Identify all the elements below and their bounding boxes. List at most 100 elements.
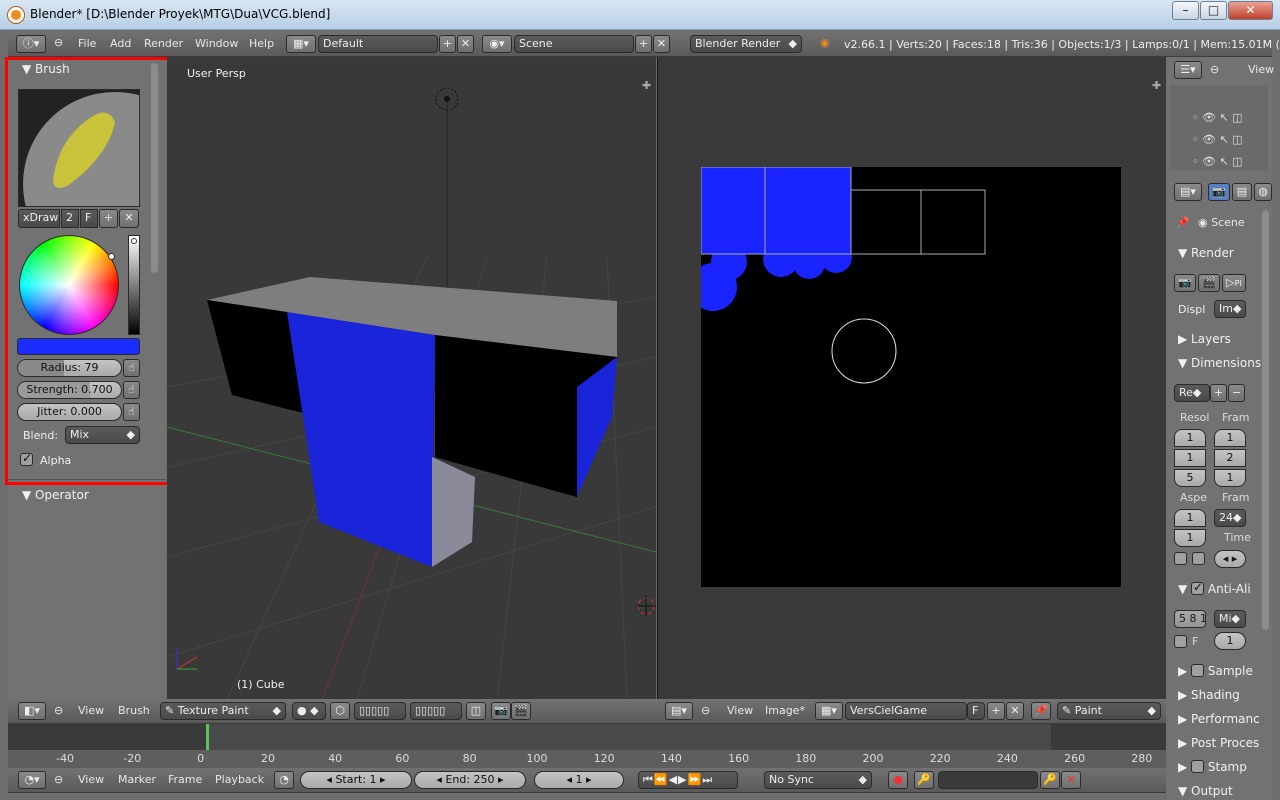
- lock-layers-icon[interactable]: ◫: [466, 702, 486, 720]
- image-menu-view[interactable]: View: [727, 704, 753, 717]
- render-animation-icon[interactable]: 🎬: [1198, 274, 1220, 292]
- aspect-y-field[interactable]: 1: [1174, 529, 1206, 547]
- scene-field[interactable]: Scene: [514, 35, 634, 53]
- timeline-menu-frame[interactable]: Frame: [168, 773, 202, 786]
- frame-start-field[interactable]: 1: [1214, 429, 1246, 447]
- scene-icon[interactable]: ◉▾: [482, 35, 512, 53]
- editor-type-image-icon[interactable]: ▤▾: [665, 702, 693, 720]
- shading-panel-header[interactable]: ▶ Shading: [1178, 688, 1240, 702]
- crop-checkbox[interactable]: [1192, 552, 1205, 565]
- layers-panel-header[interactable]: ▶ Layers: [1178, 332, 1231, 346]
- frame-step-field[interactable]: 1: [1214, 469, 1246, 487]
- display-select[interactable]: Im◆: [1214, 300, 1246, 318]
- properties-editor-icon[interactable]: ▤▾: [1174, 183, 1202, 201]
- timeline-menu-marker[interactable]: Marker: [118, 773, 156, 786]
- dimensions-panel-header[interactable]: ▼ Dimensions: [1178, 356, 1261, 370]
- viewport-split-icon[interactable]: ✚: [642, 79, 651, 92]
- opengl-render-icon[interactable]: 📷: [491, 702, 511, 720]
- record-icon[interactable]: ●: [888, 771, 908, 789]
- menu-file[interactable]: File: [78, 37, 96, 50]
- render-engine-select[interactable]: Blender Render ◆: [690, 35, 802, 53]
- current-frame-field[interactable]: ◂ 1 ▸: [534, 771, 624, 789]
- unlink-image-icon[interactable]: ✕: [1006, 702, 1024, 720]
- end-frame-field[interactable]: ◂ End: 250 ▸: [414, 771, 526, 789]
- opengl-animation-icon[interactable]: 🎬: [511, 702, 531, 720]
- aspect-x-field[interactable]: 1: [1174, 509, 1206, 527]
- image-browse-icon[interactable]: ▦▾: [815, 702, 843, 720]
- image-fake-user-button[interactable]: F: [967, 702, 985, 720]
- menu-help[interactable]: Help: [249, 37, 274, 50]
- image-collapse-icon[interactable]: ⊖: [701, 704, 710, 717]
- maximize-button[interactable]: □: [1200, 1, 1227, 20]
- resolution-x-field[interactable]: 1: [1174, 429, 1206, 447]
- timeline-ruler[interactable]: -40 -20 0 20 40 60 80 100 120 140 160 180 200 220 240 2…: [8, 750, 1166, 768]
- full-sample-checkbox[interactable]: [1174, 635, 1187, 648]
- outliner-editor-icon[interactable]: ☰▾: [1174, 61, 1202, 79]
- painted-image[interactable]: [689, 166, 1121, 587]
- image-menu-image[interactable]: Image*: [765, 704, 805, 717]
- insert-keyframe-icon[interactable]: 🔑: [1040, 771, 1060, 789]
- outliner-row-icons[interactable]: ◦ 👁 ↖ ◫: [1192, 155, 1243, 168]
- start-frame-field[interactable]: ◂ Start: 1 ▸: [300, 771, 412, 789]
- keying-set-icon[interactable]: 🔑: [914, 771, 934, 789]
- editor-type-3d-icon[interactable]: ◧▾: [18, 702, 46, 720]
- outliner-row-icons[interactable]: ◦ 👁 ↖ ◫: [1192, 111, 1243, 124]
- timeline-menu-playback[interactable]: Playback: [215, 773, 264, 786]
- viewport-collapse-icon[interactable]: ⊖: [54, 704, 63, 717]
- viewport-menu-brush[interactable]: Brush: [118, 704, 150, 717]
- aa-filter-select[interactable]: Mi◆: [1214, 610, 1246, 628]
- properties-scrollbar[interactable]: [1262, 210, 1269, 630]
- close-button[interactable]: ✕: [1228, 1, 1273, 20]
- texture-face-mask-icon[interactable]: ⬡: [330, 702, 350, 720]
- pin-icon[interactable]: 📌: [1176, 216, 1190, 229]
- resolution-y-field[interactable]: 1: [1174, 449, 1206, 467]
- viewport-shading-select[interactable]: ● ◆: [292, 702, 326, 720]
- screen-layout-field[interactable]: Default: [318, 35, 438, 53]
- layers-context-icon[interactable]: ▤: [1232, 183, 1252, 201]
- timeline[interactable]: -40 -20 0 20 40 60 80 100 120 140 160 180 200 220 240 2…: [8, 724, 1166, 768]
- post-processing-panel-header[interactable]: ▶ Post Proces: [1178, 736, 1259, 750]
- viewport-3d[interactable]: User Persp (1) Cube ✚: [167, 57, 656, 700]
- time-remap-field[interactable]: ◂ ▸: [1214, 550, 1246, 568]
- outliner[interactable]: ☰▾ ⊖ View ◦ 👁 ↖ ◫ ◦ 👁 ↖ ◫ ◦ 👁 ↖ ◫: [1166, 57, 1274, 180]
- image-editor[interactable]: ✚ ✚: [657, 57, 1166, 700]
- anti-aliasing-panel-header[interactable]: ▼ Anti-Ali: [1178, 580, 1251, 596]
- render-panel-header[interactable]: ▼ Render: [1178, 246, 1234, 260]
- sync-mode-select[interactable]: No Sync ◆: [764, 771, 872, 789]
- timeline-collapse-icon[interactable]: ⊖: [54, 773, 63, 786]
- border-checkbox[interactable]: [1174, 552, 1187, 565]
- render-still-icon[interactable]: 📷: [1174, 274, 1196, 292]
- editor-type-info-icon[interactable]: ⓘ▾: [16, 35, 46, 53]
- viewport-menu-view[interactable]: View: [78, 704, 104, 717]
- add-screen-icon[interactable]: +: [439, 35, 456, 53]
- timeline-menu-view[interactable]: View: [78, 773, 104, 786]
- menu-add[interactable]: Add: [110, 37, 131, 50]
- remove-preset-icon[interactable]: −: [1228, 384, 1245, 402]
- add-scene-icon[interactable]: +: [635, 35, 652, 53]
- new-image-icon[interactable]: +: [987, 702, 1005, 720]
- delete-keyframe-icon[interactable]: ✕: [1061, 771, 1081, 789]
- layer-buttons-1[interactable]: ▯▯▯▯▯: [354, 702, 406, 720]
- pin-image-icon[interactable]: 📌: [1031, 702, 1051, 720]
- remove-screen-icon[interactable]: ✕: [457, 35, 474, 53]
- operator-panel-header[interactable]: ▼ Operator: [22, 488, 89, 502]
- play-render-button[interactable]: ▷PI: [1222, 274, 1246, 292]
- screen-layout-icon[interactable]: ▦▾: [286, 35, 316, 53]
- outliner-view-menu[interactable]: View: [1248, 63, 1274, 76]
- add-preset-icon[interactable]: +: [1210, 384, 1227, 402]
- aa-filter-size-field[interactable]: 1: [1214, 632, 1246, 650]
- aa-samples-buttons[interactable]: 5 8 11: [1174, 610, 1206, 628]
- remove-scene-icon[interactable]: ✕: [653, 35, 670, 53]
- image-split-icon-right[interactable]: ✚: [1152, 79, 1161, 92]
- image-name-field[interactable]: VersCielGame: [845, 702, 967, 720]
- collapse-menu-icon[interactable]: ⊖: [54, 36, 63, 49]
- performance-panel-header[interactable]: ▶ Performanc: [1178, 712, 1260, 726]
- world-context-icon[interactable]: ◍: [1254, 183, 1272, 201]
- outliner-row-icons[interactable]: ◦ 👁 ↖ ◫: [1192, 133, 1243, 146]
- image-mode-select[interactable]: ✎ Paint ◆: [1057, 702, 1161, 720]
- keying-set-field[interactable]: [938, 771, 1038, 789]
- editor-type-timeline-icon[interactable]: ◔▾: [18, 771, 46, 789]
- output-panel-header[interactable]: ▼ Output: [1178, 784, 1233, 798]
- render-context-icon[interactable]: 📷: [1208, 183, 1230, 201]
- menu-window[interactable]: Window: [195, 37, 238, 50]
